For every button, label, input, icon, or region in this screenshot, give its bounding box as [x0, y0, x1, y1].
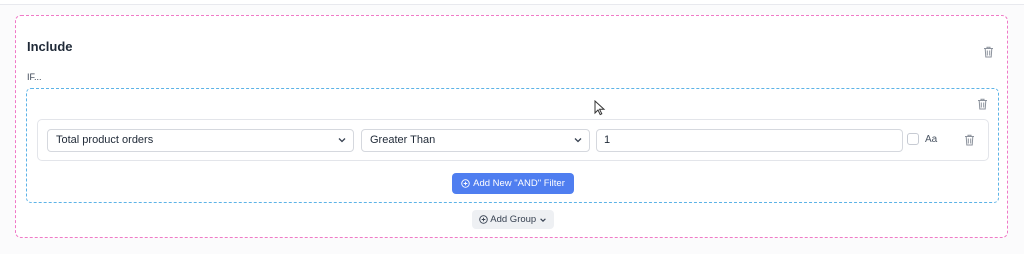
case-sensitive-label: Aa: [925, 134, 938, 145]
add-and-filter-label: Add New "AND" Filter: [473, 178, 565, 189]
mouse-cursor-icon: [594, 100, 606, 116]
add-group-button[interactable]: Add Group: [472, 210, 554, 229]
add-group-label: Add Group: [490, 214, 537, 225]
operator-select[interactable]: Greater Than: [361, 129, 590, 152]
plus-circle-icon: [479, 215, 488, 224]
add-and-filter-button[interactable]: Add New "AND" Filter: [452, 173, 574, 194]
case-sensitive-checkbox[interactable]: [907, 133, 919, 145]
include-title: Include: [27, 39, 73, 54]
plus-circle-icon: [461, 179, 470, 188]
value-input[interactable]: 1: [596, 129, 903, 152]
if-label: IF...: [27, 72, 42, 82]
trash-icon[interactable]: [977, 98, 988, 110]
chevron-down-icon: [540, 218, 546, 222]
trash-icon[interactable]: [964, 134, 975, 146]
operator-select-value: Greater Than: [370, 134, 436, 146]
field-select-value: Total product orders: [56, 134, 154, 146]
top-divider: [0, 0, 1024, 5]
condition-group: Total product orders Greater Than 1 Aa A…: [26, 88, 999, 203]
field-select[interactable]: Total product orders: [47, 129, 354, 152]
chevron-down-icon: [338, 138, 346, 143]
chevron-down-icon: [574, 138, 582, 143]
trash-icon[interactable]: [983, 46, 994, 58]
include-section: Include IF... Total product orders Great…: [15, 15, 1008, 238]
filter-row: Total product orders Greater Than 1 Aa: [37, 119, 989, 161]
